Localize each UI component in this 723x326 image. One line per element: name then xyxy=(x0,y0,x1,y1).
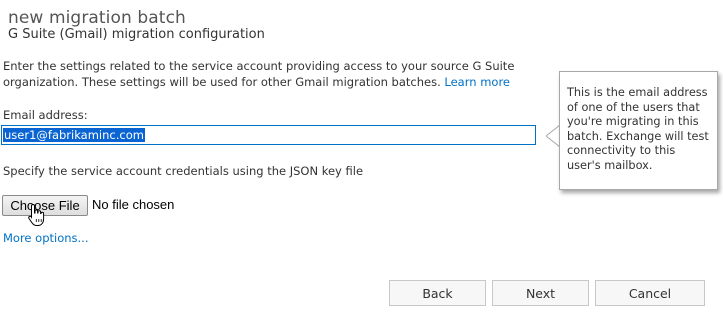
page-subtitle: G Suite (Gmail) migration configuration xyxy=(8,27,265,42)
cancel-button[interactable]: Cancel xyxy=(595,280,705,306)
email-field-value: user1@fabrikaminc.com xyxy=(3,128,145,142)
intro-text: Enter the settings related to the servic… xyxy=(3,58,548,90)
hand-pointer-icon xyxy=(28,203,45,226)
email-field[interactable]: user1@fabrikaminc.com xyxy=(1,125,536,145)
intro-description: Enter the settings related to the servic… xyxy=(3,59,515,89)
no-file-chosen-text: No file chosen xyxy=(92,197,175,212)
next-button[interactable]: Next xyxy=(492,280,589,306)
more-options-link[interactable]: More options... xyxy=(3,231,89,245)
tooltip-text: This is the email address of one of the … xyxy=(567,86,709,172)
tooltip-arrow xyxy=(546,125,560,147)
learn-more-link[interactable]: Learn more xyxy=(444,75,510,89)
email-help-tooltip: This is the email address of one of the … xyxy=(559,71,718,190)
page-title: new migration batch xyxy=(8,8,186,29)
credentials-instruction: Specify the service account credentials … xyxy=(3,164,364,178)
email-label: Email address: xyxy=(3,108,88,122)
back-button[interactable]: Back xyxy=(389,280,486,306)
